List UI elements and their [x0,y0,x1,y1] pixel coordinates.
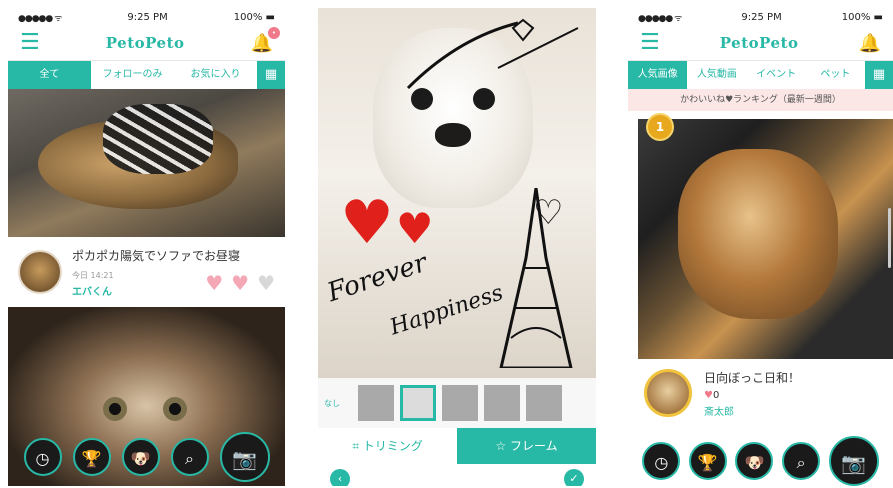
frame-picker: なし [318,378,596,428]
frame-option[interactable] [358,385,394,421]
heart-icon[interactable]: ♥ [257,273,275,293]
post-title: ポカポカ陽気でソファでお昼寝 [72,248,241,263]
editor-screen: ♥ ♥ ♡ Forever Happiness なし ⌗ トリミング ☆ フレー… [318,8,596,486]
post-title: 日向ぼっこ日和！ [704,371,801,385]
ranking-tabs: 人気画像 人気動画 イベント ペット ▦ [628,60,893,89]
app-header: ☰ PetoPeto 🔔 • [8,26,285,60]
menu-icon[interactable]: ☰ [640,32,660,54]
scrollbar[interactable] [888,208,891,268]
status-bar: ●●●●● ᯤ 9:25 PM 100% ▬ [8,8,285,26]
search-icon[interactable]: ⌕ [170,438,209,476]
recent-clock-icon[interactable]: ◷ [23,438,62,476]
tab-following[interactable]: フォローのみ [91,61,174,89]
like-count: ♥0 [704,390,720,401]
ranked-photo[interactable]: 1 [638,113,893,359]
app-logo: PetoPeto [105,34,185,52]
confirm-check-icon[interactable]: ✓ [564,469,584,486]
tab-popular-images[interactable]: 人気画像 [628,61,688,89]
photo-subject [678,149,838,319]
post-card[interactable]: 日向ぼっこ日和！ ♥0 斎太郎 [628,359,893,439]
frame-option[interactable] [484,385,520,421]
avatar[interactable] [18,250,62,294]
arrow-doodle-sticker[interactable] [398,8,588,98]
grid-view-icon[interactable]: ▦ [257,61,285,89]
heart-icon[interactable]: ♥ [205,273,223,293]
notification-bell-icon[interactable]: 🔔 • [251,26,280,54]
status-time: 9:25 PM [741,11,782,23]
editor-nav: ‹ ✓ [318,464,596,486]
reaction-hearts: ♥ ♥ ♥ [205,273,275,293]
menu-icon[interactable]: ☰ [20,32,40,54]
trophy-icon[interactable]: 🏆 [688,442,727,480]
tab-popular-videos[interactable]: 人気動画 [687,61,746,89]
camera-icon[interactable]: 📷 [219,432,270,482]
heart-icon: ♥ [704,390,713,401]
notification-bell-icon[interactable]: 🔔 [859,33,881,54]
heart-icon[interactable]: ♥ [231,273,249,293]
avatar[interactable] [644,369,692,417]
photo-canvas[interactable]: ♥ ♥ ♡ Forever Happiness [318,8,596,378]
status-bar: ●●●●● ᯤ 9:25 PM 100% ▬ [628,8,893,26]
tab-all[interactable]: 全て [8,61,91,89]
post-card[interactable]: ポカポカ陽気でソファでお昼寝 今日 14:21 エバくん ♥ ♥ ♥ [8,237,285,307]
rank-medal-icon: 1 [646,113,674,141]
status-time: 9:25 PM [127,11,168,23]
signal-icon: ●●●●● ᯤ [18,13,62,24]
red-heart-sticker[interactable]: ♥ [340,193,394,253]
app-header: ☰ PetoPeto 🔔 [628,26,893,60]
tab-frame[interactable]: ☆ フレーム [457,428,596,464]
eiffel-tower-sticker[interactable] [486,188,586,368]
trophy-icon[interactable]: 🏆 [72,438,111,476]
bottom-toolbar: ◷ 🏆 🐶 ⌕ 📷 [8,432,285,482]
tab-events[interactable]: イベント [747,61,806,89]
battery-indicator: 100% ▬ [841,11,883,23]
grid-view-icon[interactable]: ▦ [865,61,893,89]
app-logo: PetoPeto [719,34,799,52]
photo-detail [163,397,187,421]
feed-screen: ●●●●● ᯤ 9:25 PM 100% ▬ ☰ PetoPeto 🔔 • 全て … [8,8,285,486]
red-heart-sticker[interactable]: ♥ [396,208,434,250]
signal-icon: ●●●●● ᯤ [638,13,682,24]
feed-tabs: 全て フォローのみ お気に入り ▦ [8,60,285,89]
battery-indicator: 100% ▬ [233,11,275,23]
photo-detail [435,123,471,147]
post-photo[interactable] [8,89,285,237]
crop-icon: ⌗ [352,439,363,453]
camera-icon[interactable]: 📷 [828,436,879,486]
tab-favorites[interactable]: お気に入り [174,61,257,89]
frame-none-label[interactable]: なし [324,398,352,409]
notification-badge: • [268,26,280,39]
photo-detail [103,104,213,174]
bottom-toolbar: ◷ 🏆 🐶 ⌕ 📷 [628,436,893,486]
frame-option[interactable] [442,385,478,421]
back-icon[interactable]: ‹ [330,469,350,486]
photo-detail [103,397,127,421]
tab-trimming[interactable]: ⌗ トリミング [318,428,457,464]
recent-clock-icon[interactable]: ◷ [642,442,681,480]
frame-option[interactable] [526,385,562,421]
ranking-screen: ●●●●● ᯤ 9:25 PM 100% ▬ ☰ PetoPeto 🔔 人気画像… [628,8,893,486]
post-user[interactable]: 斎太郎 [704,403,800,418]
star-icon: ☆ [495,439,510,453]
edit-mode-tabs: ⌗ トリミング ☆ フレーム [318,428,596,464]
frame-option-selected[interactable] [400,385,436,421]
pet-face-icon[interactable]: 🐶 [121,438,160,476]
tab-pets[interactable]: ペット [806,61,865,89]
ranking-title: かわいいね♥ランキング（最新一週間） [628,89,893,111]
pet-face-icon[interactable]: 🐶 [735,442,774,480]
search-icon[interactable]: ⌕ [782,442,821,480]
